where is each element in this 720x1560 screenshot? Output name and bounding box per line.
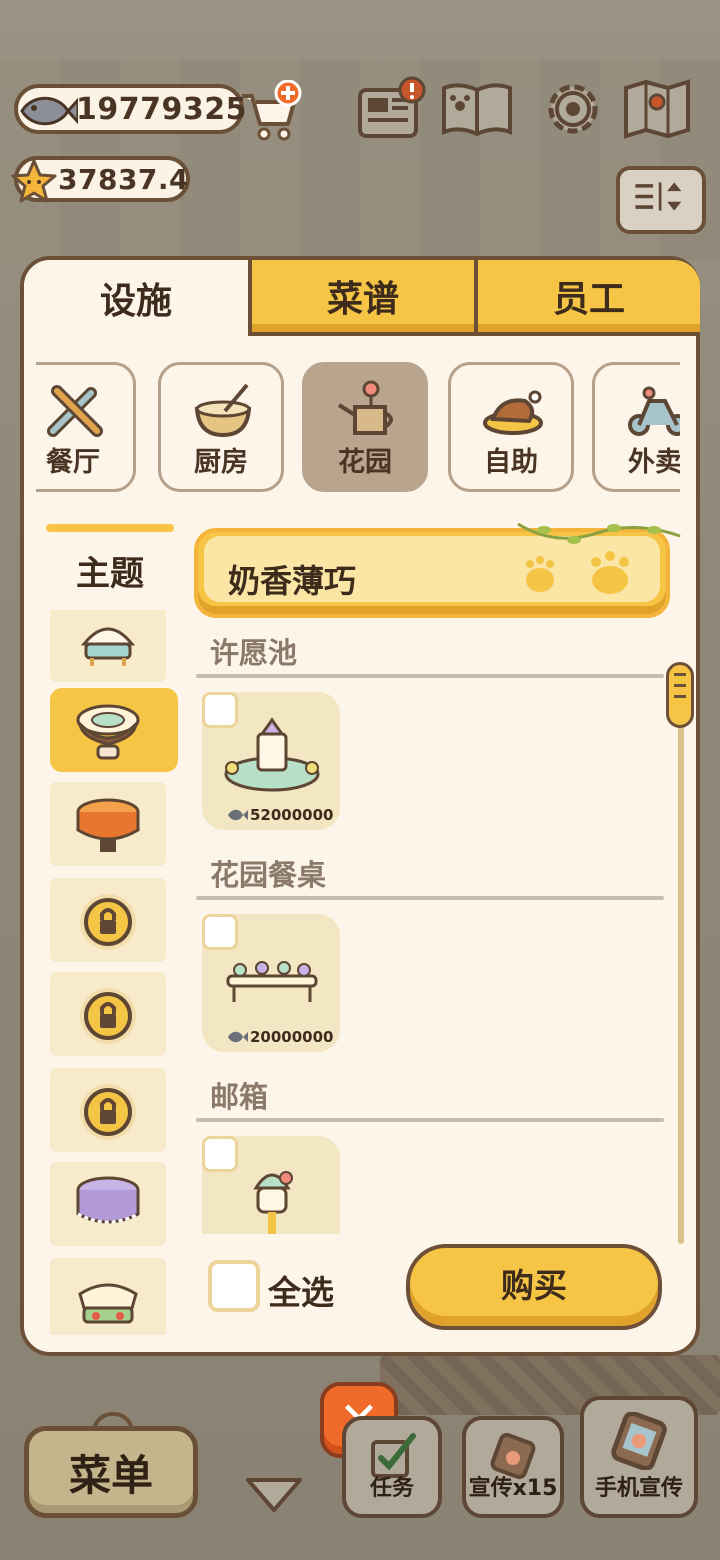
- item-price: 52000000: [226, 806, 334, 824]
- tab-staff-label: 员工: [552, 279, 625, 320]
- category-kitchen[interactable]: 厨房: [158, 362, 284, 492]
- settings-gear-icon[interactable]: [536, 76, 610, 142]
- select-all-checkbox[interactable]: [208, 1260, 260, 1312]
- item-checkbox[interactable]: [202, 692, 238, 728]
- round-table-icon: [76, 704, 140, 760]
- fish-icon: [228, 1031, 248, 1043]
- category-strip[interactable]: 餐厅 厨房 花园 自助 外卖: [36, 360, 680, 494]
- theme-item-locked[interactable]: [50, 1068, 166, 1152]
- tools-icon: [47, 385, 103, 437]
- theme-item-locked[interactable]: [50, 972, 166, 1056]
- theme-item[interactable]: [50, 610, 166, 682]
- orange-table-icon: [76, 798, 140, 852]
- scrollbar-thumb[interactable]: [666, 662, 694, 728]
- tab-facility-label: 设施: [99, 281, 172, 322]
- recipe-book-icon[interactable]: [440, 76, 514, 142]
- select-all-label[interactable]: 全选: [268, 1266, 334, 1314]
- fish-icon: [228, 809, 248, 821]
- phone-promo-button-label: 手机宣传: [594, 1476, 683, 1501]
- menu-button[interactable]: 菜单: [24, 1426, 198, 1518]
- food-plate-icon: [483, 390, 543, 435]
- promo-button[interactable]: 宣传x15: [462, 1416, 564, 1518]
- fountain-icon: [224, 717, 320, 792]
- category-label: 花园: [338, 447, 392, 478]
- category-label: 厨房: [194, 447, 248, 478]
- item-list[interactable]: 许愿池 52000000 花园餐桌 20000000 邮箱: [196, 630, 668, 1234]
- section-title: 邮箱: [210, 1080, 269, 1114]
- item-card[interactable]: 52000000: [202, 692, 340, 830]
- section-divider: [196, 1118, 664, 1122]
- tab-staff[interactable]: 员工: [478, 260, 700, 336]
- section-title: 许愿池: [210, 636, 298, 670]
- scrollbar-track[interactable]: [678, 674, 684, 1244]
- item-card[interactable]: [202, 1136, 340, 1234]
- theme-item[interactable]: [50, 782, 166, 866]
- task-button[interactable]: 任务: [342, 1416, 442, 1518]
- category-buffet[interactable]: 自助: [448, 362, 574, 492]
- buy-button[interactable]: 购买: [406, 1244, 662, 1330]
- theme-item[interactable]: [50, 1258, 166, 1335]
- sort-toggle-icon: [635, 182, 682, 211]
- theme-title: 主题: [76, 554, 144, 594]
- lock-icon: [80, 894, 136, 950]
- item-checkbox[interactable]: [202, 914, 238, 950]
- item-price: 20000000: [226, 1028, 334, 1046]
- task-button-label: 任务: [369, 1476, 414, 1501]
- theme-indicator: [46, 524, 174, 532]
- category-delivery[interactable]: 外卖: [592, 362, 680, 492]
- fish-currency: 19779325: [14, 84, 247, 134]
- category-restaurant[interactable]: 餐厅: [36, 362, 136, 492]
- side-toggle-button[interactable]: [616, 166, 706, 234]
- fish-icon: [20, 96, 78, 126]
- item-checkbox[interactable]: [202, 1136, 238, 1172]
- star-currency: 37837.4: [11, 156, 190, 203]
- theme-item-locked[interactable]: [50, 878, 166, 962]
- map-icon[interactable]: [620, 76, 694, 142]
- section-divider: [196, 896, 664, 900]
- theme-item-selected[interactable]: [50, 688, 178, 772]
- category-label: 外卖: [628, 447, 680, 478]
- category-garden[interactable]: 花园: [302, 362, 428, 492]
- shop-cart-button[interactable]: [236, 80, 302, 142]
- category-label: 自助: [484, 447, 538, 478]
- theme-name: 奶香薄巧: [228, 562, 357, 600]
- theme-header: 奶香薄巧: [194, 522, 681, 618]
- tab-recipe-label: 菜谱: [326, 279, 399, 320]
- menu-button-label: 菜单: [68, 1450, 153, 1500]
- theme-list[interactable]: [48, 610, 180, 1335]
- lock-icon: [80, 1084, 136, 1140]
- star-icon: [11, 159, 57, 203]
- lace-table-icon: [76, 1176, 140, 1224]
- promo-button-label: 宣传x15: [468, 1476, 558, 1501]
- star-amount: 37837.4: [58, 162, 190, 196]
- item-price-value: 20000000: [250, 1028, 334, 1046]
- vine-decoration-icon: [517, 522, 681, 544]
- scooter-icon: [628, 386, 680, 436]
- watering-can-icon: [337, 380, 393, 435]
- phone-promo-icon: [611, 1412, 667, 1470]
- section-title: 花园餐桌: [210, 858, 327, 892]
- fish-amount: 19779325: [76, 91, 247, 127]
- item-card[interactable]: 20000000: [202, 914, 340, 1052]
- chevron-down-icon[interactable]: [244, 1474, 304, 1514]
- item-price-value: 52000000: [250, 806, 334, 824]
- mixing-bowl-icon: [194, 383, 252, 438]
- category-label: 餐厅: [46, 447, 100, 478]
- shop-panel: 设施 菜谱 员工 餐厅 厨房 花园 自助 外卖 主题 奶香薄巧 许愿池 5200…: [20, 256, 700, 1356]
- tab-facility[interactable]: 设施: [24, 260, 252, 336]
- buy-button-label: 购买: [501, 1266, 567, 1305]
- phone-promo-button[interactable]: 手机宣传: [580, 1396, 698, 1518]
- section-divider: [196, 674, 664, 678]
- lock-icon: [80, 988, 136, 1044]
- theme-item[interactable]: [50, 1162, 166, 1246]
- garden-table-icon: [226, 961, 318, 1002]
- newspaper-icon[interactable]: [356, 76, 430, 142]
- mailbox-icon: [253, 1171, 293, 1234]
- tab-recipe[interactable]: 菜谱: [252, 260, 478, 336]
- cake-table-icon: [78, 1283, 138, 1324]
- tent-chair-icon: [80, 627, 136, 666]
